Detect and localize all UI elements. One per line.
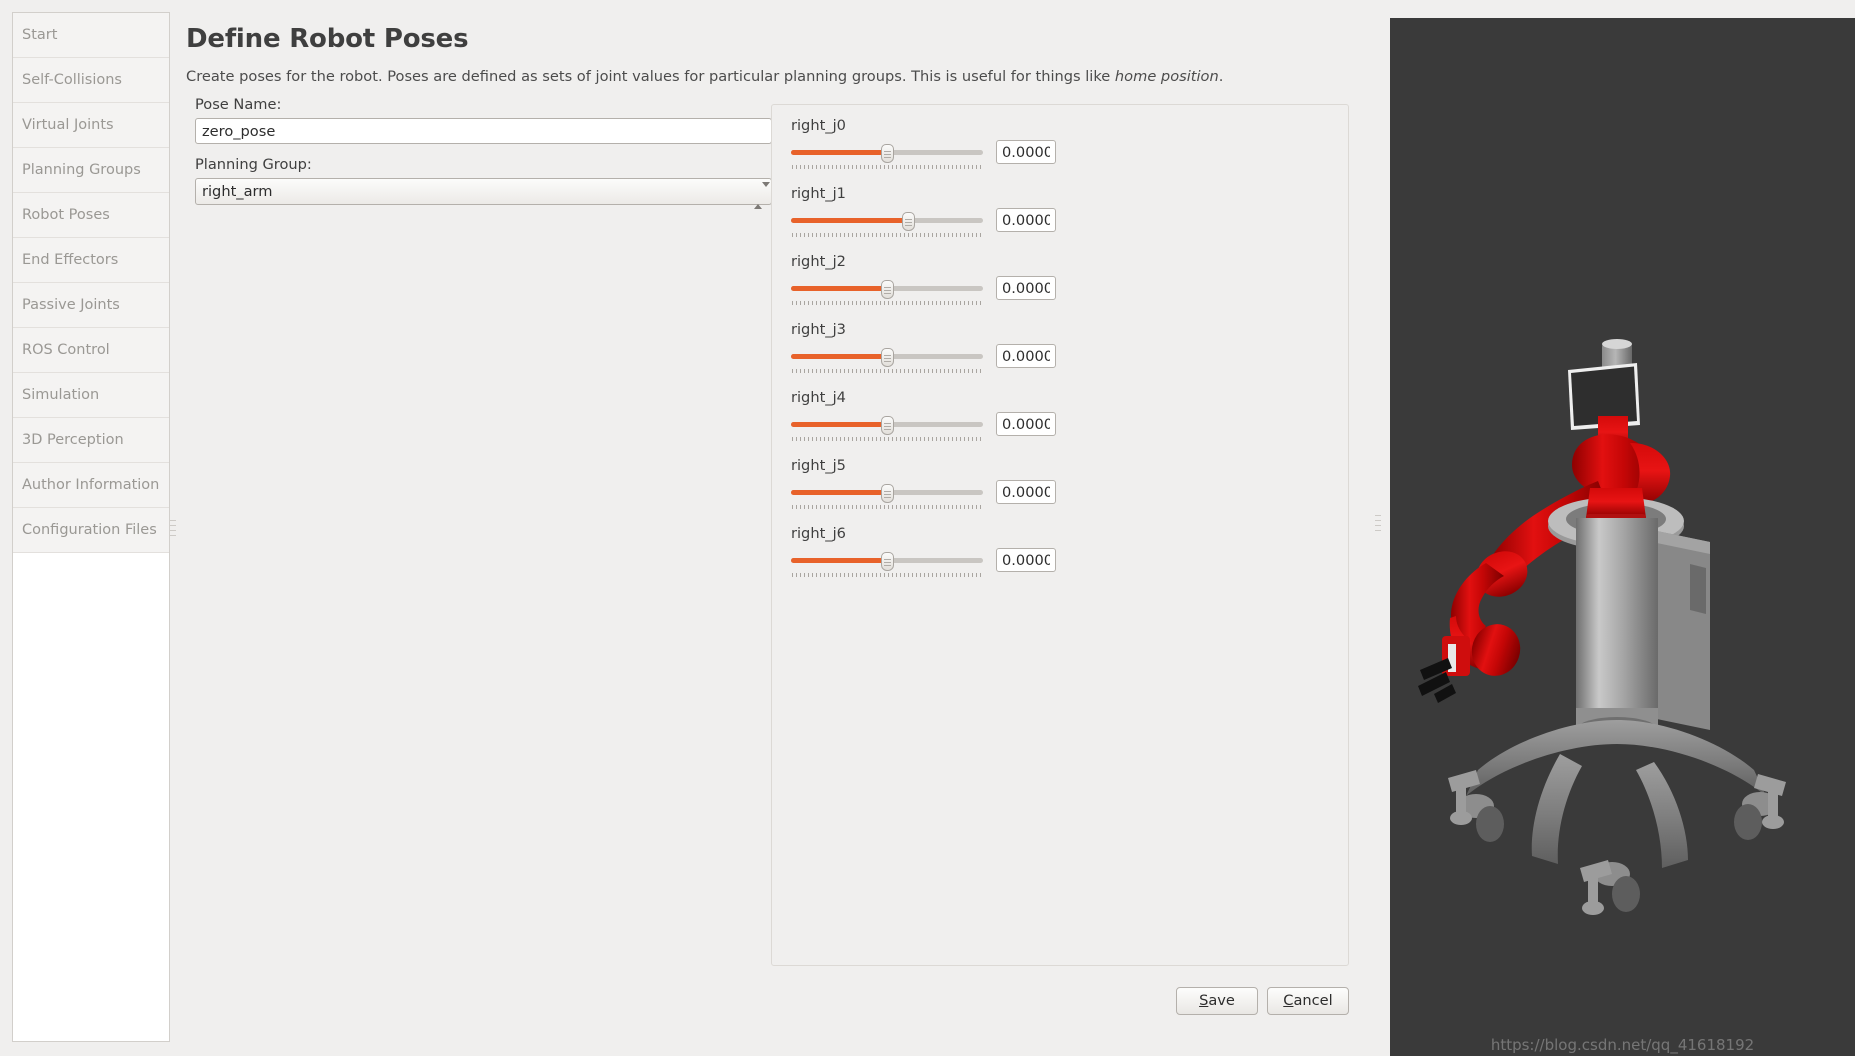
viewport-splitter-handle[interactable] — [1375, 515, 1381, 541]
joint-value-input-right_j6[interactable] — [996, 548, 1056, 572]
planning-group-combobox[interactable]: right_arm — [195, 178, 772, 209]
pose-name-input[interactable] — [195, 118, 772, 144]
joint-label: right_j3 — [791, 321, 846, 338]
joint-slider-right_j0[interactable] — [791, 143, 984, 169]
joint-row-right_j1: right_j1 — [791, 185, 1336, 253]
sidebar-item-end-effectors[interactable]: End Effectors — [13, 238, 169, 283]
joint-value-input-right_j3[interactable] — [996, 344, 1056, 368]
joint-slider-right_j6[interactable] — [791, 551, 984, 577]
joint-value-input-right_j2[interactable] — [996, 276, 1056, 300]
pose-form: Pose Name: Planning Group: right_arm — [195, 96, 775, 209]
planning-group-value: right_arm — [202, 183, 273, 200]
sidebar-item-self-collisions[interactable]: Self-Collisions — [13, 58, 169, 103]
sidebar-item-planning-groups[interactable]: Planning Groups — [13, 148, 169, 193]
joint-slider-line — [791, 344, 1336, 374]
main-content-panel: Define Robot Poses Create poses for the … — [186, 12, 1361, 1044]
joint-slider-line — [791, 140, 1336, 170]
joint-label: right_j2 — [791, 253, 846, 270]
cancel-button[interactable]: Cancel — [1267, 987, 1349, 1015]
save-accel: S — [1199, 992, 1209, 1009]
slider-fill — [791, 286, 887, 291]
sidebar-item-configuration-files[interactable]: Configuration Files — [13, 508, 169, 553]
joint-row-right_j0: right_j0 — [791, 117, 1336, 185]
planning-group-label: Planning Group: — [195, 156, 312, 173]
slider-tickmarks — [792, 505, 984, 509]
sidebar-item-author-information[interactable]: Author Information — [13, 463, 169, 508]
joint-value-input-right_j4[interactable] — [996, 412, 1056, 436]
joint-label: right_j5 — [791, 457, 846, 474]
slider-handle[interactable] — [881, 348, 894, 367]
slider-handle[interactable] — [902, 212, 916, 231]
slider-fill — [791, 218, 909, 223]
chevron-updown-icon — [754, 182, 770, 209]
sidebar-item-3d-perception[interactable]: 3D Perception — [13, 418, 169, 463]
application-window: Start Self-Collisions Virtual Joints Pla… — [0, 0, 1855, 1056]
robot-3d-model — [1418, 339, 1786, 915]
slider-tickmarks — [792, 233, 984, 237]
joint-slider-right_j1[interactable] — [791, 211, 984, 237]
rviz-3d-viewport[interactable]: https://blog.csdn.net/qq_41618192 — [1390, 18, 1855, 1056]
slider-fill — [791, 422, 887, 427]
cancel-accel: C — [1283, 992, 1294, 1009]
slider-tickmarks — [792, 573, 984, 577]
save-button[interactable]: Save — [1176, 987, 1258, 1015]
sidebar-item-start[interactable]: Start — [13, 13, 169, 58]
joint-value-input-right_j5[interactable] — [996, 480, 1056, 504]
save-label: ave — [1208, 992, 1235, 1009]
dialog-button-bar: Save Cancel — [1176, 987, 1349, 1015]
joint-label: right_j4 — [791, 389, 846, 406]
slider-tickmarks — [792, 437, 984, 441]
page-subtitle: Create poses for the robot. Poses are de… — [186, 68, 1361, 85]
slider-tickmarks — [792, 369, 984, 373]
joint-slider-line — [791, 412, 1336, 442]
joint-slider-right_j4[interactable] — [791, 415, 984, 441]
page-subtitle-period: . — [1218, 68, 1224, 85]
slider-fill — [791, 558, 887, 563]
joint-slider-line — [791, 208, 1336, 238]
sidebar-item-passive-joints[interactable]: Passive Joints — [13, 283, 169, 328]
navigation-sidebar: Start Self-Collisions Virtual Joints Pla… — [12, 12, 170, 1042]
slider-fill — [791, 490, 887, 495]
joint-sliders-group: right_j0 right_j1 right_j2 right_j3 right_j4… — [771, 104, 1349, 966]
slider-tickmarks — [792, 301, 984, 305]
joint-row-right_j3: right_j3 — [791, 321, 1336, 389]
joint-row-right_j4: right_j4 — [791, 389, 1336, 457]
slider-handle[interactable] — [881, 416, 894, 435]
pose-name-label: Pose Name: — [195, 96, 282, 113]
joint-slider-line — [791, 548, 1336, 578]
slider-handle[interactable] — [881, 144, 894, 163]
sidebar-splitter-handle[interactable] — [170, 520, 176, 546]
sidebar-empty-area — [13, 553, 169, 563]
slider-tickmarks — [792, 165, 984, 169]
slider-fill — [791, 354, 887, 359]
cancel-label: ancel — [1293, 992, 1333, 1009]
joint-value-input-right_j0[interactable] — [996, 140, 1056, 164]
slider-fill — [791, 150, 887, 155]
slider-handle[interactable] — [881, 484, 894, 503]
page-subtitle-text: Create poses for the robot. Poses are de… — [186, 68, 1115, 85]
joint-label: right_j1 — [791, 185, 846, 202]
sidebar-item-simulation[interactable]: Simulation — [13, 373, 169, 418]
joint-row-right_j2: right_j2 — [791, 253, 1336, 321]
joint-slider-right_j5[interactable] — [791, 483, 984, 509]
sidebar-item-ros-control[interactable]: ROS Control — [13, 328, 169, 373]
sidebar-item-virtual-joints[interactable]: Virtual Joints — [13, 103, 169, 148]
joint-row-right_j6: right_j6 — [791, 525, 1336, 593]
joint-slider-right_j3[interactable] — [791, 347, 984, 373]
joint-slider-right_j2[interactable] — [791, 279, 984, 305]
joint-slider-line — [791, 276, 1336, 306]
joint-row-right_j5: right_j5 — [791, 457, 1336, 525]
page-subtitle-emphasis: home position — [1114, 68, 1219, 85]
joint-value-input-right_j1[interactable] — [996, 208, 1056, 232]
slider-handle[interactable] — [881, 280, 894, 299]
joint-slider-line — [791, 480, 1336, 510]
sidebar-item-robot-poses[interactable]: Robot Poses — [13, 193, 169, 238]
page-title: Define Robot Poses — [186, 24, 469, 54]
joint-label: right_j0 — [791, 117, 846, 134]
slider-handle[interactable] — [881, 552, 894, 571]
joint-label: right_j6 — [791, 525, 846, 542]
